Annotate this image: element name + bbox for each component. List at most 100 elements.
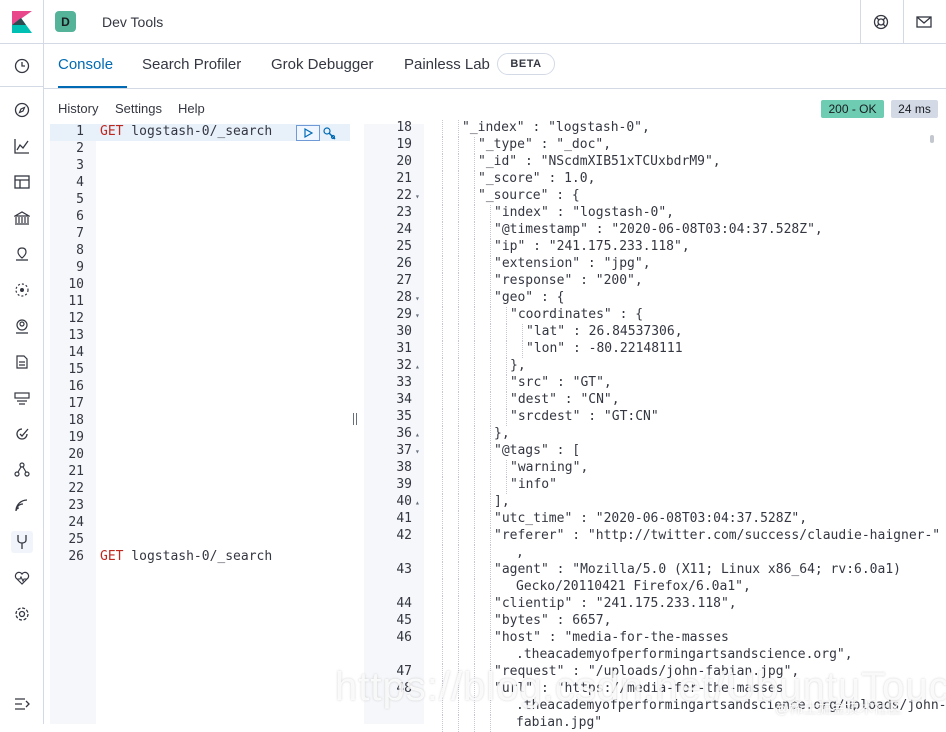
line-number: 11 (68, 294, 84, 309)
request-line[interactable]: 3 (50, 158, 350, 175)
request-line[interactable]: 12 (50, 311, 350, 328)
chart-icon[interactable] (11, 135, 33, 157)
fold-toggle-icon[interactable]: ▴ (415, 430, 420, 439)
http-method: GET (100, 549, 124, 564)
indent-guide (458, 137, 459, 154)
line-number: 7 (76, 226, 84, 241)
uptime-icon[interactable] (11, 387, 33, 409)
indent-guide (458, 358, 459, 375)
response-line: 40 ▴], (364, 494, 946, 511)
request-line[interactable]: 16 (50, 379, 350, 396)
response-output[interactable]: 18 "_index" : "logstash-0", 19 "_type" : "_… (364, 120, 946, 732)
compass-icon[interactable] (11, 99, 33, 121)
help-link[interactable]: Help (178, 101, 205, 116)
request-line[interactable]: 6 (50, 209, 350, 226)
indent-guide (506, 324, 507, 341)
request-line[interactable]: 4 (50, 175, 350, 192)
help-lifebuoy-icon[interactable] (871, 12, 891, 32)
devtools-icon[interactable] (11, 531, 33, 553)
request-line[interactable]: 18 (50, 413, 350, 430)
tab-console[interactable]: Console (58, 56, 113, 73)
request-actions[interactable] (296, 125, 320, 141)
response-line: 43 "agent" : "Mozilla/5.0 (X11; Linux x86… (364, 562, 946, 579)
response-line: 29 ▾ "coordinates" : { (364, 307, 946, 324)
users-icon[interactable] (11, 315, 33, 337)
request-line[interactable]: 20 (50, 447, 350, 464)
request-line[interactable]: 24 (50, 515, 350, 532)
request-line[interactable]: 25 (50, 532, 350, 549)
indent-guide (458, 511, 459, 528)
request-line[interactable]: 2 (50, 141, 350, 158)
wrench-icon[interactable] (322, 126, 338, 141)
response-code: "dest" : "CN", (510, 392, 620, 407)
fold-toggle-icon[interactable]: ▴ (415, 362, 420, 371)
clock-icon[interactable] (11, 55, 33, 77)
panel-resizer[interactable] (352, 412, 358, 428)
request-line[interactable]: 14 (50, 345, 350, 362)
mail-icon[interactable] (914, 12, 934, 32)
request-line[interactable]: 26 GET logstash-0/_search (50, 549, 350, 566)
indent-guide (458, 120, 459, 137)
response-line: 39 "info" (364, 477, 946, 494)
fold-toggle-icon[interactable]: ▴ (415, 498, 420, 507)
history-link[interactable]: History (58, 101, 98, 116)
request-line[interactable]: 21 (50, 464, 350, 481)
request-line[interactable]: 13 (50, 328, 350, 345)
request-line[interactable]: 17 (50, 396, 350, 413)
response-code: "bytes" : 6657, (494, 613, 612, 628)
collapse-menu-icon[interactable] (11, 693, 33, 715)
indent-guide (474, 290, 475, 307)
fold-toggle-icon[interactable]: ▾ (415, 311, 420, 320)
response-scrollbar[interactable] (930, 135, 934, 143)
indent-guide (506, 358, 507, 375)
request-line[interactable]: 9 (50, 260, 350, 277)
request-line[interactable]: 11 (50, 294, 350, 311)
settings-link[interactable]: Settings (115, 101, 162, 116)
indent-guide (490, 579, 491, 596)
line-number: 32 (396, 358, 412, 373)
request-line[interactable]: 5 (50, 192, 350, 209)
request-line[interactable]: 22 (50, 481, 350, 498)
indent-guide (490, 443, 491, 460)
gear-icon[interactable] (11, 603, 33, 625)
indent-guide (458, 205, 459, 222)
request-line[interactable]: 23 (50, 498, 350, 515)
kibana-logo-icon[interactable] (12, 11, 32, 33)
maps-icon[interactable] (11, 243, 33, 265)
indent-guide (442, 290, 443, 307)
fold-toggle-icon[interactable]: ▾ (415, 447, 420, 456)
space-avatar[interactable]: D (55, 11, 76, 32)
indent-guide (474, 409, 475, 426)
request-line[interactable]: 19 (50, 430, 350, 447)
request-line[interactable]: 15 (50, 362, 350, 379)
request-line[interactable]: 7 (50, 226, 350, 243)
apm-icon[interactable] (11, 423, 33, 445)
response-code: "_type" : "_doc", (478, 137, 612, 152)
tab-painless-lab[interactable]: Painless Lab (404, 56, 490, 73)
wifi-icon[interactable] (11, 495, 33, 517)
indent-guide (442, 613, 443, 630)
indent-guide (442, 239, 443, 256)
indent-guide (442, 392, 443, 409)
fold-toggle-icon[interactable]: ▾ (415, 294, 420, 303)
line-number: 17 (68, 396, 84, 411)
request-editor[interactable]: 1 GET logstash-0/_search 2 3 4 5 6 7 8 9 10 11 12 13 1… (50, 124, 350, 724)
fold-toggle-icon[interactable]: ▾ (415, 192, 420, 201)
ml-icon[interactable] (11, 279, 33, 301)
response-code: "src" : "GT", (510, 375, 612, 390)
indent-guide (458, 273, 459, 290)
tab-search-profiler[interactable]: Search Profiler (142, 56, 241, 73)
line-number: 26 (396, 256, 412, 271)
tab-grok-debugger[interactable]: Grok Debugger (271, 56, 374, 73)
indent-guide (474, 239, 475, 256)
response-line: 27 "response" : "200", (364, 273, 946, 290)
response-code: , (516, 545, 524, 560)
graph-icon[interactable] (11, 459, 33, 481)
dashboard-icon[interactable] (11, 171, 33, 193)
indent-guide (458, 426, 459, 443)
logs-icon[interactable] (11, 351, 33, 373)
request-line[interactable]: 10 (50, 277, 350, 294)
canvas-icon[interactable] (11, 207, 33, 229)
heart-icon[interactable] (11, 567, 33, 589)
request-line[interactable]: 8 (50, 243, 350, 260)
